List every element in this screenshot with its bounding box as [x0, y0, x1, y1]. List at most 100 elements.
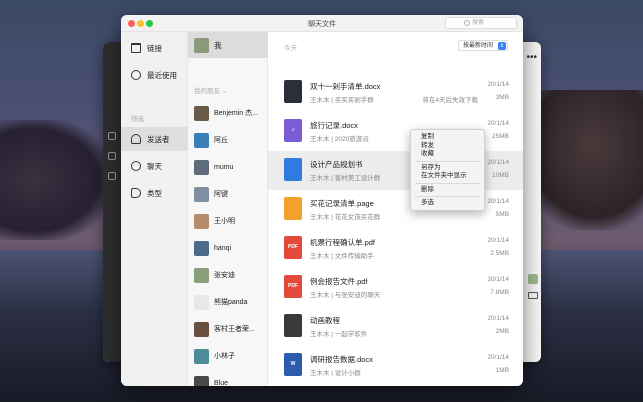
file-size: 1MB	[495, 367, 509, 374]
file-date: 20/1/14	[487, 354, 509, 361]
sidebar-item-label: 发送者	[147, 134, 170, 144]
file-type-icon	[284, 80, 302, 103]
sidebar-item-label: 最近使用	[147, 70, 177, 80]
file-name: 设计产品规划书	[310, 160, 363, 169]
contact-item[interactable]: mumu	[188, 154, 268, 180]
sidebar-item-chat[interactable]: 聊天	[121, 154, 188, 178]
contact-item[interactable]: 阿丘	[188, 127, 268, 153]
contact-name: hanqi	[214, 244, 232, 252]
menu-item-save-as[interactable]: 另存为	[411, 164, 484, 173]
file-source: 王木木 | 2020旅游派	[310, 136, 369, 143]
file-type-icon: PDF	[284, 236, 302, 259]
chat-icon	[108, 132, 116, 140]
sidebar-item-label: 链接	[147, 43, 162, 53]
avatar	[194, 240, 209, 256]
menu-divider	[415, 182, 480, 184]
contact-item[interactable]: 阿键	[188, 181, 268, 207]
file-date: 20/1/14	[487, 81, 509, 88]
contact-item[interactable]: 熊猫panda	[188, 289, 268, 315]
menu-item-show-in-folder[interactable]: 在文件夹中显示	[411, 172, 484, 181]
file-name: 例会报告文件.pdf	[310, 277, 368, 286]
filter-sidebar: 链接 最近使用 筛选 发送者 聊天 类型	[121, 32, 188, 386]
contact-item[interactable]: 王小明	[188, 208, 268, 234]
chevron-down-icon: ⌄	[221, 88, 228, 95]
file-name: 买花记录清单.page	[310, 199, 374, 208]
sort-label: 按最新时间	[462, 43, 493, 49]
image-thumbnail	[528, 274, 538, 284]
file-date: 20/1/14	[487, 159, 509, 166]
file-date: 20/1/14	[487, 315, 509, 322]
search-placeholder: 搜索	[472, 20, 485, 26]
desktop-rock-left	[0, 120, 110, 240]
file-row[interactable]: PDF 例会报告文件.pdf 王木木 | 与张安迪的聊天 20/1/14 7.8MB	[268, 268, 523, 307]
clock-icon	[131, 70, 141, 80]
avatar	[194, 132, 209, 148]
contact-item[interactable]: hanqi	[188, 235, 268, 261]
contact-name: 阿丘	[214, 137, 228, 144]
avatar	[194, 267, 209, 283]
sidebar-item-links[interactable]: 链接	[121, 36, 188, 60]
contact-item[interactable]: 小林子	[188, 343, 268, 369]
search-input[interactable]: 搜索	[445, 17, 517, 29]
file-size: 5MB	[495, 211, 509, 218]
file-date: 20/1/14	[487, 276, 509, 283]
video-call-icon[interactable]	[528, 292, 538, 299]
file-source: 王木木 | 一起学软件	[310, 331, 368, 338]
contact-item[interactable]: Benjemin 杰...	[188, 100, 268, 126]
contact-name: Benjemin 杰...	[214, 110, 258, 117]
file-type-icon: W	[284, 353, 302, 376]
file-name: 调研报告数据.docx	[310, 355, 373, 364]
contact-item-me[interactable]: 我	[188, 32, 268, 58]
file-row[interactable]: PDF 机票行程确认单.pdf 王木木 | 文件传输助手 20/1/14 2.5MB	[268, 229, 523, 268]
contact-name: mumu	[214, 163, 234, 171]
file-source: 王木木 | 设计小群	[310, 370, 361, 377]
person-icon	[131, 134, 141, 144]
contact-name: 熊猫panda	[214, 299, 248, 306]
avatar	[194, 321, 209, 337]
menu-item-delete[interactable]: 删除	[411, 186, 484, 195]
avatar	[194, 213, 209, 229]
tag-icon	[131, 188, 141, 198]
avatar	[194, 348, 209, 364]
menu-item-multi-select[interactable]: 多选	[411, 199, 484, 208]
sidebar-item-sender[interactable]: 发送者	[121, 127, 188, 151]
file-type-icon	[284, 314, 302, 337]
file-name: 动画教程	[310, 316, 340, 325]
contact-item[interactable]: Blue	[188, 370, 268, 386]
more-icon[interactable]: •••	[526, 52, 537, 63]
file-size: 7.8MB	[490, 289, 509, 296]
contact-item[interactable]: 客村王者荣...	[188, 316, 268, 342]
file-name: 旅行记录.docx	[310, 121, 358, 130]
context-menu: 复制 转发 收藏 另存为 在文件夹中显示 删除 多选	[410, 129, 485, 211]
file-type-icon	[284, 197, 302, 220]
contact-name: 小林子	[214, 353, 235, 360]
sidebar-item-recent[interactable]: 最近使用	[121, 63, 188, 87]
contact-list: 我 我的朋友 ⌄ Benjemin 杰... 阿丘 mumu 阿键 王小明 hanqi 张安…	[188, 32, 268, 386]
file-row[interactable]: W 调研报告数据.docx 王木木 | 设计小群 20/1/14 1MB	[268, 346, 523, 385]
file-source: 王木木 | 买买买剁手群	[310, 97, 374, 104]
file-expiry-note: 将在4天后失效下载	[422, 97, 478, 104]
background-window-sidebar	[103, 42, 121, 362]
file-size: 2MB	[495, 328, 509, 335]
sidebar-item-type[interactable]: 类型	[121, 181, 188, 205]
file-source: 王木木 | 文件传输助手	[310, 253, 374, 260]
avatar	[194, 37, 209, 53]
file-row[interactable]: 双十一剁手清单.docx 王木木 | 买买买剁手群 20/1/14 3MB 将在4天后失…	[268, 73, 523, 112]
file-name: 双十一剁手清单.docx	[310, 82, 381, 91]
contact-item[interactable]: 张安迪	[188, 262, 268, 288]
file-type-icon: PDF	[284, 275, 302, 298]
folder-icon	[131, 43, 141, 53]
file-row[interactable]: 动画教程王木木 | 一起学软件 20/1/14 2MB	[268, 307, 523, 346]
avatar	[194, 294, 209, 310]
filter-section-header: 筛选	[131, 116, 144, 123]
avatar	[194, 159, 209, 175]
sort-dropdown[interactable]: 按最新时间 ⇕	[457, 40, 508, 51]
menu-item-forward[interactable]: 转发	[411, 142, 484, 151]
file-date: 20/1/14	[487, 237, 509, 244]
friends-header[interactable]: 我的朋友 ⌄	[194, 85, 227, 95]
sidebar-item-label: 类型	[147, 188, 162, 198]
chat-icon	[131, 161, 141, 171]
contacts-icon	[108, 152, 116, 160]
menu-item-copy[interactable]: 复制	[411, 133, 484, 142]
menu-item-favorite[interactable]: 收藏	[411, 150, 484, 159]
